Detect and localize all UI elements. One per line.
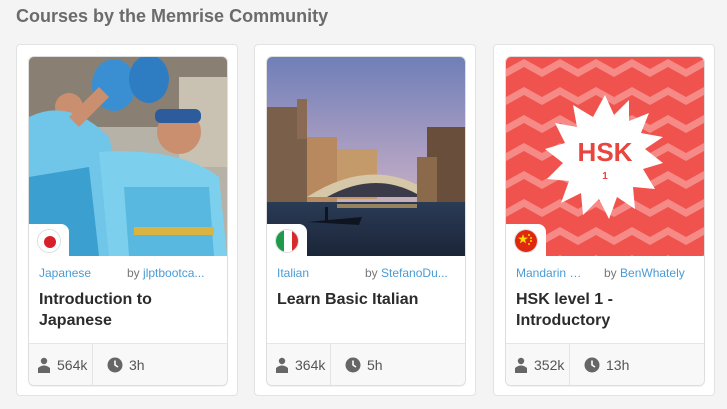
course-stats: 364k 5h (267, 343, 465, 385)
by-label: by (365, 266, 378, 280)
person-icon (515, 357, 527, 373)
learners-stat: 564k (29, 344, 93, 385)
section-title: Courses by the Memrise Community (16, 6, 329, 26)
japan-flag-icon (37, 229, 61, 253)
flag-tab (506, 224, 546, 258)
person-icon (276, 357, 288, 373)
clock-icon (107, 357, 123, 372)
duration-stat: 13h (570, 344, 629, 385)
course-language-link[interactable]: Italian (277, 266, 347, 280)
duration-stat: 5h (331, 344, 383, 385)
course-language-link[interactable]: Japanese (39, 266, 109, 280)
course-card-hsk[interactable]: HSK 1 Mandarin Ch... by BenWhately HSK l… (505, 56, 705, 386)
duration-value: 5h (367, 356, 383, 373)
course-stats: 352k 13h (506, 343, 704, 385)
learners-count: 564k (57, 356, 88, 373)
china-flag-icon (514, 229, 538, 253)
clock-icon (345, 357, 361, 372)
course-title[interactable]: Learn Basic Italian (277, 289, 457, 310)
by-label: by (604, 266, 617, 280)
flag-tab (29, 224, 69, 258)
course-panel: Japanese by jlptbootca... Introduction t… (16, 44, 238, 396)
author-link[interactable]: StefanoDu... (381, 266, 448, 280)
by-label: by (127, 266, 140, 280)
course-card-japanese[interactable]: Japanese by jlptbootca... Introduction t… (28, 56, 228, 386)
flag-tab (267, 224, 307, 258)
course-card-italian[interactable]: Italian by StefanoDu... Learn Basic Ital… (266, 56, 466, 386)
author-link[interactable]: BenWhately (620, 266, 685, 280)
course-meta: Italian by StefanoDu... (277, 266, 455, 282)
duration-value: 13h (606, 356, 630, 373)
course-panel: Italian by StefanoDu... Learn Basic Ital… (254, 44, 476, 396)
person-icon (38, 357, 50, 373)
italy-flag-icon (275, 229, 299, 253)
hsk-badge-level: 1 (602, 171, 608, 182)
course-title[interactable]: HSK level 1 - Introductory (516, 289, 696, 331)
duration-value: 3h (129, 356, 145, 373)
course-author: by jlptbootca... (127, 266, 217, 280)
course-meta: Japanese by jlptbootca... (39, 266, 217, 282)
course-stats: 564k 3h (29, 343, 227, 385)
clock-icon (584, 357, 600, 372)
course-title[interactable]: Introduction to Japanese (39, 289, 219, 331)
course-meta: Mandarin Ch... by BenWhately (516, 266, 694, 282)
learners-count: 352k (534, 356, 565, 373)
learners-stat: 352k (506, 344, 570, 385)
course-author: by BenWhately (604, 266, 694, 280)
learners-stat: 364k (267, 344, 331, 385)
learners-count: 364k (295, 356, 326, 373)
hsk-badge-text: HSK (578, 137, 633, 167)
course-language-link[interactable]: Mandarin Ch... (516, 266, 586, 280)
course-author: by StefanoDu... (365, 266, 455, 280)
duration-stat: 3h (93, 344, 145, 385)
course-panel: HSK 1 Mandarin Ch... by BenWhately HSK l… (493, 44, 715, 396)
author-link[interactable]: jlptbootca... (143, 266, 204, 280)
